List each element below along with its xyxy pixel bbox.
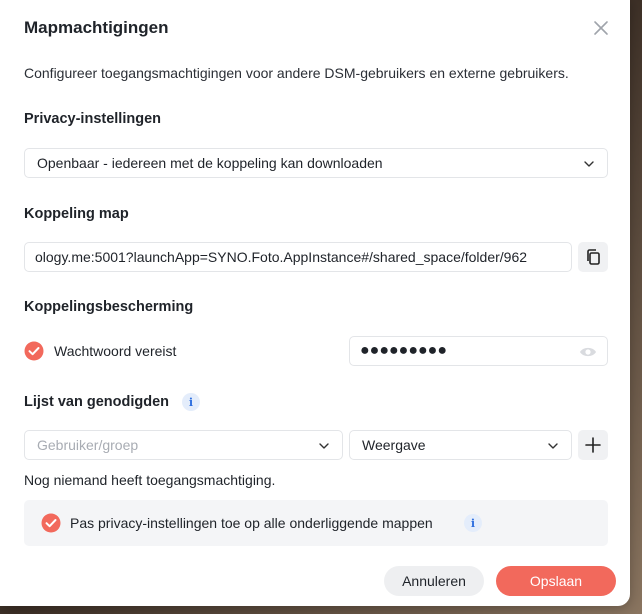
permission-select[interactable]: Weergave [349, 430, 572, 460]
plus-icon [585, 437, 601, 453]
dialog-description: Configureer toegangsmachtigingen voor an… [24, 65, 569, 81]
empty-invitees-note: Nog niemand heeft toegangsmachtiging. [24, 472, 276, 488]
user-group-select[interactable]: Gebruiker/groep [24, 430, 343, 460]
copy-link-button[interactable] [578, 242, 608, 272]
chevron-down-icon [319, 443, 329, 449]
subfolders-panel: Pas privacy-instellingen toe op alle ond… [24, 500, 608, 546]
folder-link-field[interactable]: ology.me:5001?launchApp=SYNO.Foto.AppIns… [24, 242, 572, 272]
cancel-button[interactable]: Annuleren [384, 566, 484, 596]
info-icon[interactable]: i [182, 393, 200, 411]
password-required-label: Wachtwoord vereist [54, 343, 177, 359]
info-icon[interactable]: i [464, 514, 482, 532]
password-mask: ●●●●●●●●● [360, 342, 447, 359]
close-button[interactable] [592, 19, 610, 37]
close-icon [594, 21, 608, 35]
privacy-select[interactable]: Openbaar - iedereen met de koppeling kan… [24, 148, 608, 178]
copy-icon [587, 249, 600, 265]
save-button[interactable]: Opslaan [496, 566, 616, 596]
permission-selected-value: Weergave [362, 437, 426, 453]
folder-link-value: ology.me:5001?launchApp=SYNO.Foto.AppIns… [35, 249, 528, 265]
privacy-section-label: Privacy-instellingen [24, 111, 161, 127]
eye-icon[interactable] [579, 345, 597, 359]
privacy-selected-value: Openbaar - iedereen met de koppeling kan… [37, 155, 383, 171]
user-group-placeholder: Gebruiker/groep [37, 437, 139, 453]
chevron-down-icon [584, 161, 594, 167]
password-required-checkbox[interactable] [24, 341, 44, 361]
dialog-title: Mapmachtigingen [24, 18, 169, 37]
apply-subfolders-checkbox[interactable] [41, 513, 61, 533]
folder-permissions-dialog: Mapmachtigingen Configureer toegangsmach… [0, 0, 630, 606]
password-field[interactable]: ●●●●●●●●● [349, 336, 608, 366]
invitees-section-label: Lijst van genodigden [24, 394, 170, 410]
chevron-down-icon [548, 443, 558, 449]
protection-section-label: Koppelingsbescherming [24, 299, 194, 315]
link-section-label: Koppeling map [24, 206, 129, 222]
add-invitee-button[interactable] [578, 430, 608, 460]
apply-subfolders-label: Pas privacy-instellingen toe op alle ond… [70, 515, 433, 531]
